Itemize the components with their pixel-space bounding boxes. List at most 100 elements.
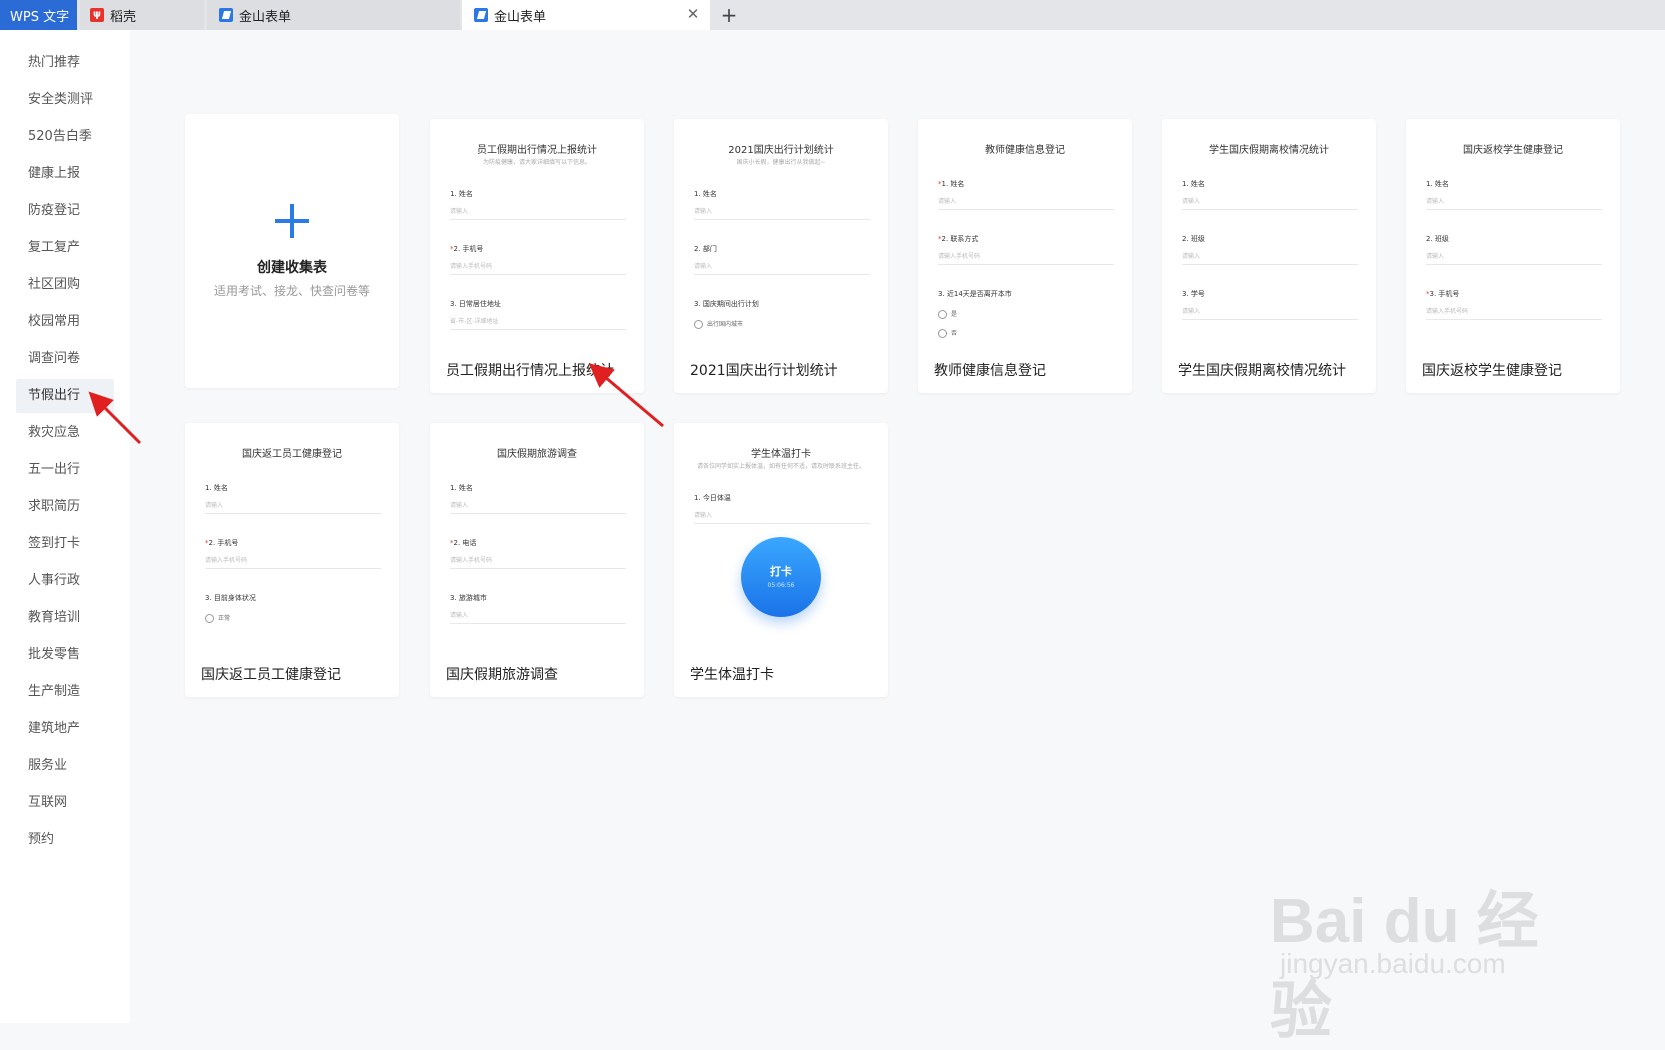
- preview-field-input: 请输入: [1426, 250, 1602, 265]
- tab-daoke[interactable]: ψ 稻壳: [80, 0, 204, 30]
- preview-field-label: *2. 手机号: [205, 539, 239, 547]
- sidebar-item[interactable]: 人事行政: [16, 564, 114, 598]
- create-card-title: 创建收集表: [257, 260, 327, 276]
- sidebar-item[interactable]: 安全类测评: [16, 83, 114, 117]
- sidebar-item[interactable]: 求职简历: [16, 490, 114, 524]
- create-form-card[interactable]: 创建收集表 适用考试、接龙、快查问卷等: [185, 114, 399, 388]
- template-card-name: 教师健康信息登记: [934, 363, 1046, 379]
- new-tab-button[interactable]: +: [714, 0, 744, 30]
- preview-radio-option: 是: [938, 309, 957, 319]
- create-card-subtitle: 适用考试、接龙、快查问卷等: [213, 284, 370, 298]
- required-mark: *: [938, 235, 942, 243]
- template-card[interactable]: 国庆返工员工健康登记 1. 姓名 请输入 *2. 手机号 请输入手机号码 3. 目前身体状…: [185, 423, 399, 697]
- template-card[interactable]: 员工假期出行情况上报统计为防疫健康，请大家详细填写以下信息。 1. 姓名请输入 *2…: [430, 119, 644, 393]
- preview-field: 1. 姓名请输入: [450, 189, 626, 220]
- sidebar-item[interactable]: 建筑地产: [16, 712, 114, 746]
- preview-field-input: 请输入: [938, 195, 1114, 210]
- preview-field-label: 2. 部门: [694, 245, 717, 253]
- required-mark: *: [1426, 290, 1430, 298]
- preview-field: 1. 姓名 请输入: [205, 483, 381, 514]
- preview-field-label: 1. 姓名: [205, 484, 228, 492]
- plus-icon: +: [720, 3, 738, 27]
- sidebar-item[interactable]: 五一出行: [16, 453, 114, 487]
- preview-title: 学生体温打卡: [751, 449, 811, 460]
- preview-field: 1. 今日体温 请输入: [694, 493, 870, 524]
- form-preview: 员工假期出行情况上报统计为防疫健康，请大家详细填写以下信息。 1. 姓名请输入 *2…: [430, 119, 644, 359]
- preview-field-input: 请输入手机号码: [450, 554, 626, 569]
- preview-field-input: 请输入: [1426, 195, 1602, 210]
- sidebar-item[interactable]: 教育培训: [16, 601, 114, 635]
- sidebar-item[interactable]: 社区团购: [16, 268, 114, 302]
- preview-field: 3. 学号 请输入: [1182, 289, 1358, 320]
- preview-field-label: *2. 手机号: [450, 245, 484, 253]
- preview-subtitle: 为防疫健康，请大家详细填写以下信息。: [482, 159, 591, 166]
- preview-field-label: 3. 近14天是否离开本市: [938, 290, 1012, 298]
- sidebar-item[interactable]: 批发零售: [16, 638, 114, 672]
- preview-field-label: 1. 姓名: [450, 484, 473, 492]
- preview-field-label: 3. 学号: [1182, 290, 1205, 298]
- sidebar-item[interactable]: 校园常用: [16, 305, 114, 339]
- preview-field-input: 请输入: [694, 260, 870, 275]
- preview-field: 2. 班级请输入: [1182, 234, 1358, 265]
- template-card-name: 学生体温打卡: [690, 667, 774, 683]
- template-card-name: 国庆返工员工健康登记: [201, 667, 341, 683]
- preview-field-input: 请输入手机号码: [450, 260, 626, 275]
- sidebar-item[interactable]: 签到打卡: [16, 527, 114, 561]
- sidebar-item[interactable]: 生产制造: [16, 675, 114, 709]
- radio-option-label: 否: [951, 330, 958, 337]
- tab-label: 金山表单: [494, 9, 547, 25]
- sidebar-item[interactable]: 调查问卷: [16, 342, 114, 376]
- template-card[interactable]: 学生体温打卡 请各位同学如实上报体温，如有任何不适，请及时联系班主任。 1. 今日体…: [674, 423, 888, 697]
- form-preview: 国庆返工员工健康登记 1. 姓名 请输入 *2. 手机号 请输入手机号码 3. 目前身体状…: [185, 423, 399, 663]
- punch-in-button: 打卡 05:06:56: [741, 537, 821, 617]
- preview-field-label: 3. 旅游城市: [450, 594, 487, 602]
- form-preview: 教师健康信息登记 *1. 姓名 请输入 *2. 联系方式 请输入手机号码 3. 近14天是…: [918, 119, 1132, 359]
- form-preview: 2021国庆出行计划统计 国庆小长假，健康出行从我做起~ 1. 姓名 请输入 2. 部门…: [674, 119, 888, 359]
- sidebar-item[interactable]: 互联网: [16, 786, 114, 820]
- form-icon: [474, 8, 488, 22]
- template-card[interactable]: 学生国庆假期离校情况统计 1. 姓名 请输入 2. 班级 请输入 3. 学号 请输入 学生国庆…: [1162, 119, 1376, 393]
- preview-field: *2. 联系方式 请输入手机号码: [938, 234, 1114, 265]
- plus-icon: [275, 204, 309, 238]
- preview-field-input: 请输入: [450, 205, 626, 220]
- radio-option-label: 出行国内城市: [707, 321, 744, 328]
- preview-field-label: 2. 班级: [1182, 235, 1205, 243]
- tab-bar: WPS 文字 ψ 稻壳 金山表单 金山表单 ✕ +: [0, 0, 1665, 30]
- preview-field: 1. 姓名 请输入: [1182, 179, 1358, 210]
- preview-field-label: 1. 姓名: [450, 190, 473, 198]
- tab-jinshan-form[interactable]: 金山表单: [207, 0, 460, 30]
- preview-field-input: 请输入手机号码: [938, 250, 1114, 265]
- template-card-name: 国庆返校学生健康登记: [1422, 363, 1562, 379]
- sidebar-item[interactable]: 热门推荐: [16, 46, 114, 80]
- punch-time: 05:06:56: [767, 582, 795, 589]
- template-card[interactable]: 教师健康信息登记 *1. 姓名 请输入 *2. 联系方式 请输入手机号码 3. 近14天是…: [918, 119, 1132, 393]
- sidebar-item[interactable]: 健康上报: [16, 157, 114, 191]
- required-mark: *: [450, 245, 454, 253]
- radio-option-label: 是: [951, 311, 958, 318]
- tab-wps-writer[interactable]: WPS 文字: [0, 0, 77, 30]
- preview-field-label: 1. 姓名: [1182, 180, 1205, 188]
- preview-title: 员工假期出行情况上报统计: [477, 145, 597, 156]
- close-icon[interactable]: ✕: [686, 7, 700, 22]
- sidebar-item[interactable]: 服务业: [16, 749, 114, 783]
- preview-title: 国庆假期旅游调查: [497, 449, 577, 460]
- radio-icon: [205, 614, 214, 623]
- preview-field-label: 3. 国庆期间出行计划: [694, 300, 759, 308]
- sidebar-item[interactable]: 520告白季: [16, 120, 114, 154]
- preview-field-label: 1. 今日体温: [694, 494, 731, 502]
- sidebar-item[interactable]: 预约: [16, 823, 114, 857]
- punch-label: 打卡: [770, 565, 792, 578]
- sidebar-item[interactable]: 节假出行: [16, 379, 114, 413]
- preview-field-label: 1. 姓名: [1426, 180, 1449, 188]
- sidebar-item[interactable]: 复工复产: [16, 231, 114, 265]
- template-card[interactable]: 国庆返校学生健康登记 1. 姓名 请输入 2. 班级 请输入 *3. 手机号 请输入手机号码…: [1406, 119, 1620, 393]
- daoke-icon: ψ: [90, 8, 104, 22]
- required-mark: *: [938, 180, 942, 188]
- preview-field-input: 请输入: [1182, 250, 1358, 265]
- template-card[interactable]: 国庆假期旅游调查 1. 姓名 请输入 *2. 电话 请输入手机号码 3. 旅游城市 请输入国…: [430, 423, 644, 697]
- template-card[interactable]: 2021国庆出行计划统计 国庆小长假，健康出行从我做起~ 1. 姓名 请输入 2. 部门…: [674, 119, 888, 393]
- tab-jinshan-form-active[interactable]: 金山表单 ✕: [462, 0, 710, 30]
- sidebar-item[interactable]: 救灾应急: [16, 416, 114, 450]
- sidebar-item[interactable]: 防疫登记: [16, 194, 114, 228]
- radio-icon: [938, 310, 947, 319]
